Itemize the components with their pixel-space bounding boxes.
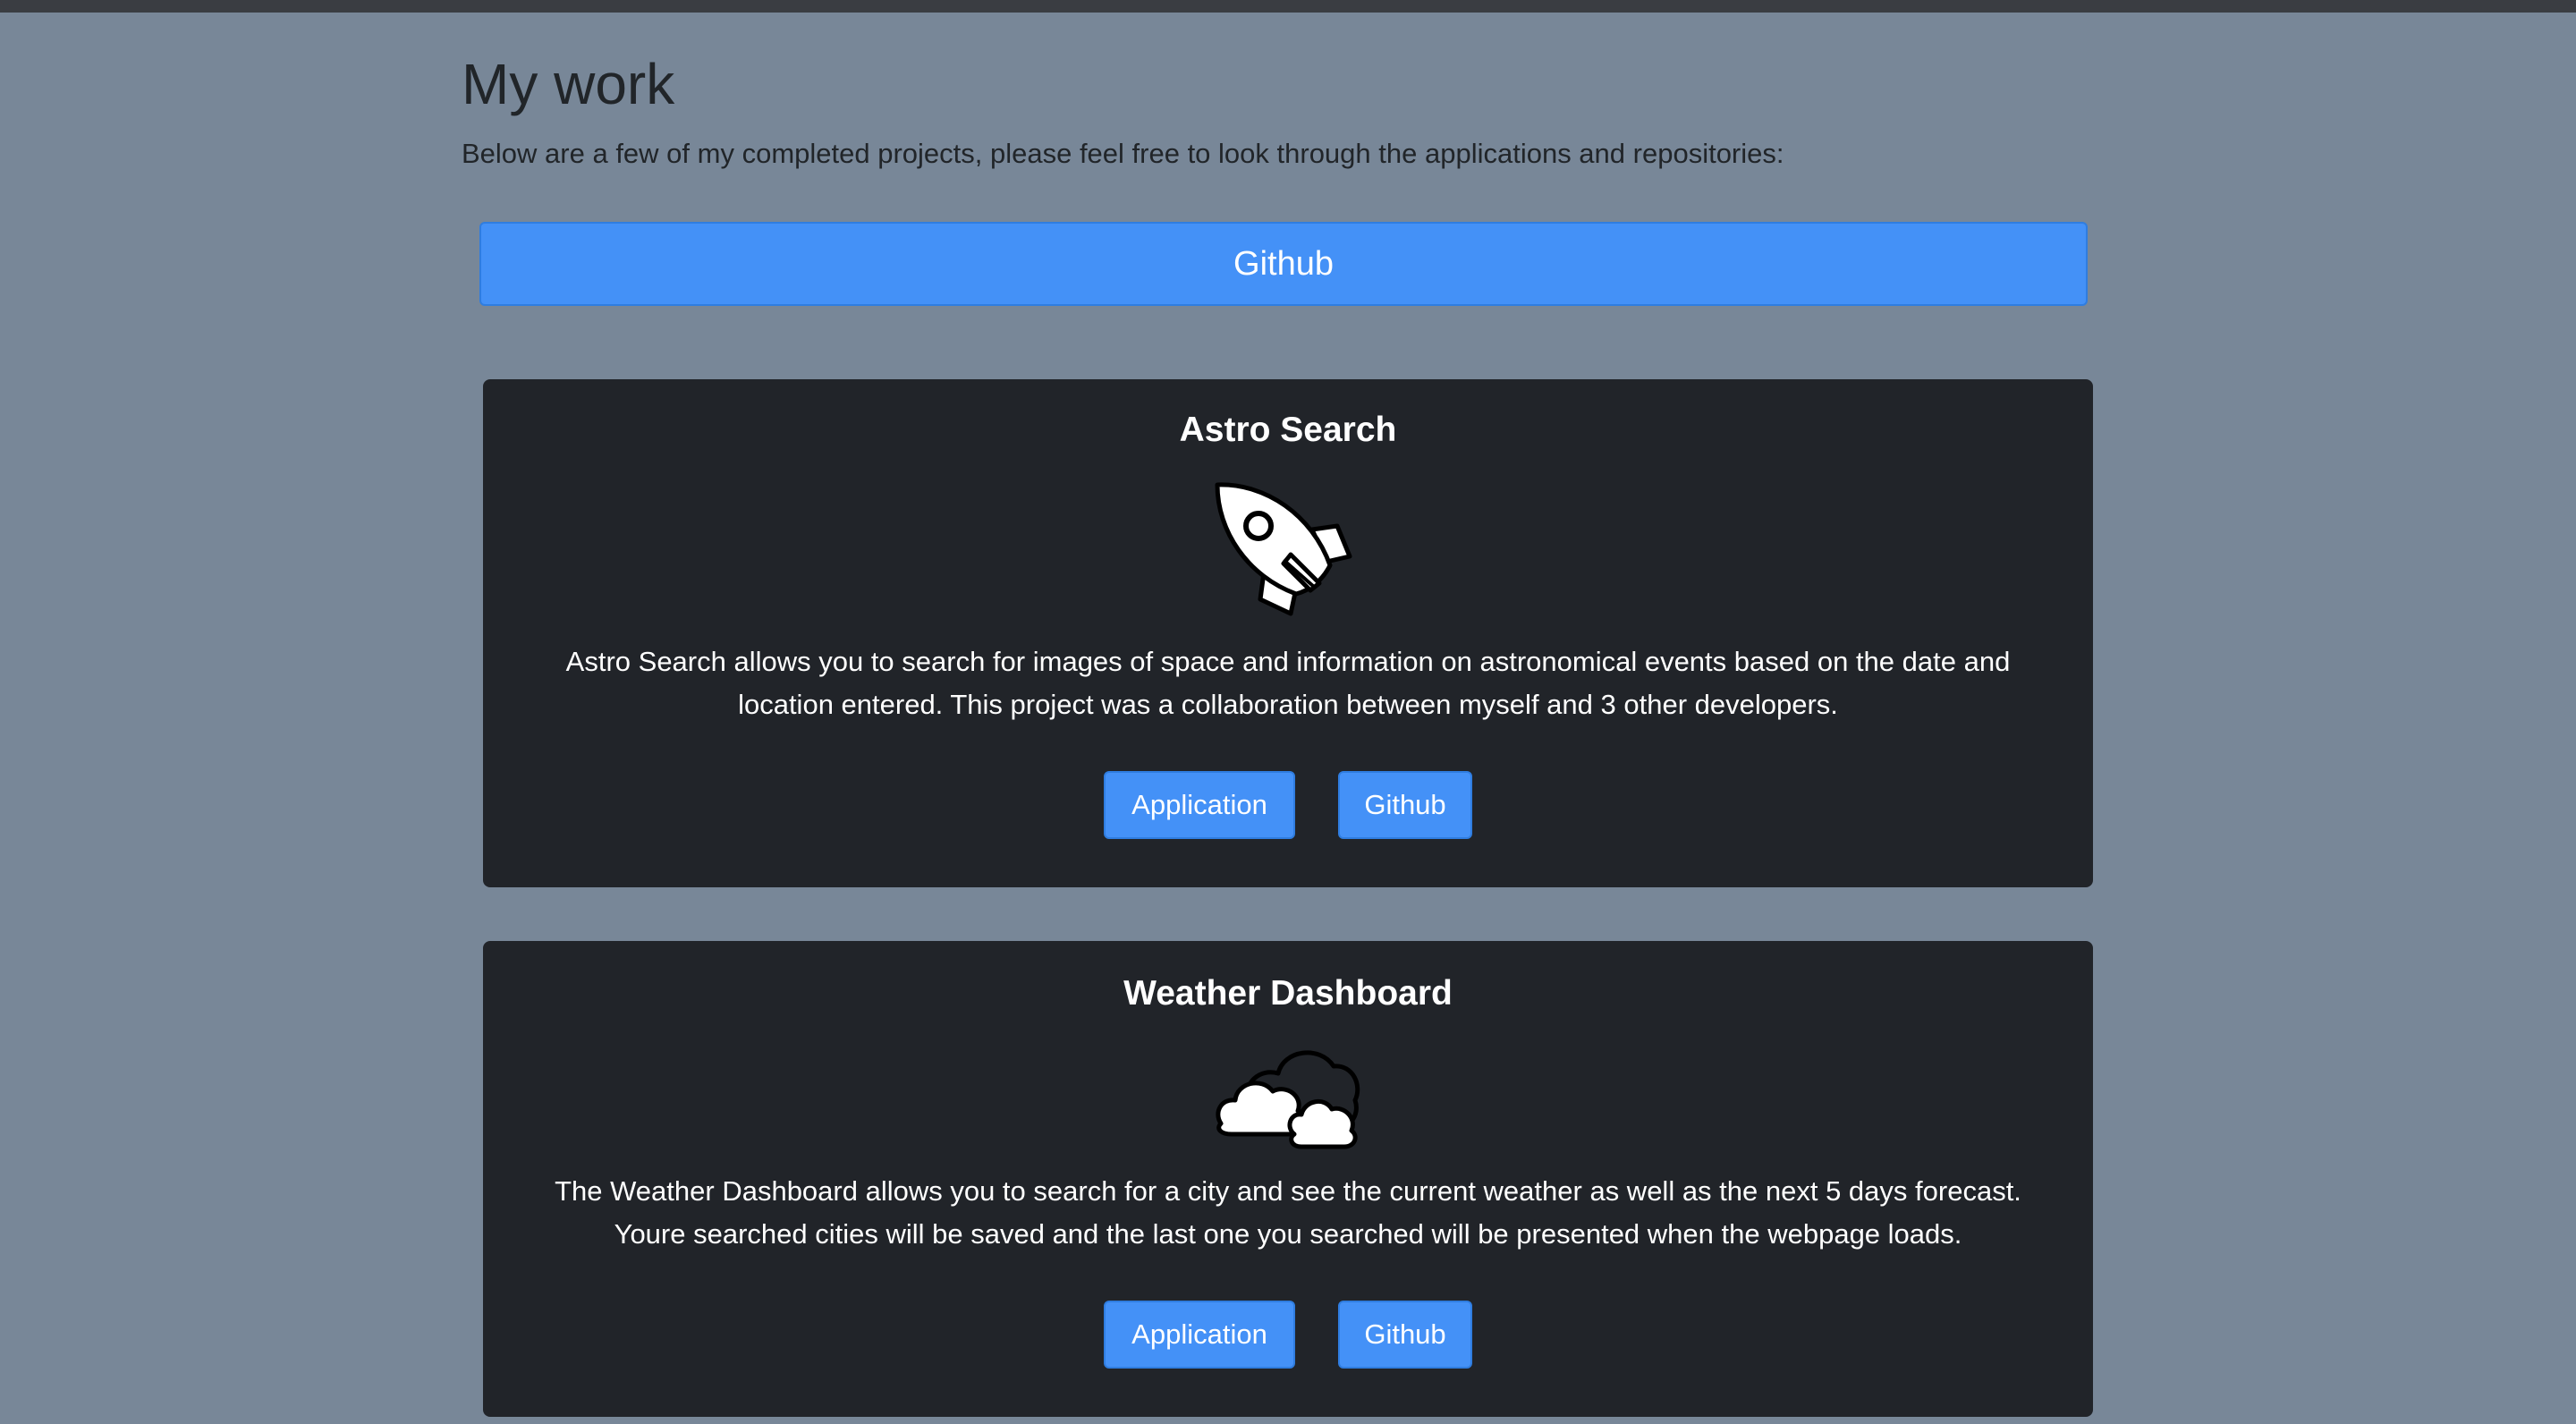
page-title: My work (462, 52, 675, 116)
project-title: Weather Dashboard (1123, 974, 1453, 1013)
project-description: Astro Search allows you to search for im… (565, 646, 2011, 720)
github-button[interactable]: Github (1338, 771, 1472, 839)
main-github-button[interactable]: Github (479, 222, 2088, 306)
page-intro: Below are a few of my completed projects… (462, 138, 1784, 169)
application-button[interactable]: Application (1104, 771, 1295, 839)
rocket-icon (483, 479, 2093, 627)
github-button[interactable]: Github (1338, 1301, 1472, 1369)
project-card-astro-search: Astro Search Astro Search allows you to … (483, 379, 2093, 887)
cloud-icon (483, 1041, 2093, 1157)
project-card-weather-dashboard: Weather Dashboard The Weather Dashboard … (483, 941, 2093, 1417)
browser-top-bar (0, 0, 2576, 13)
project-title: Astro Search (1179, 411, 1397, 449)
application-button[interactable]: Application (1104, 1301, 1295, 1369)
project-description: The Weather Dashboard allows you to sear… (555, 1175, 2021, 1250)
